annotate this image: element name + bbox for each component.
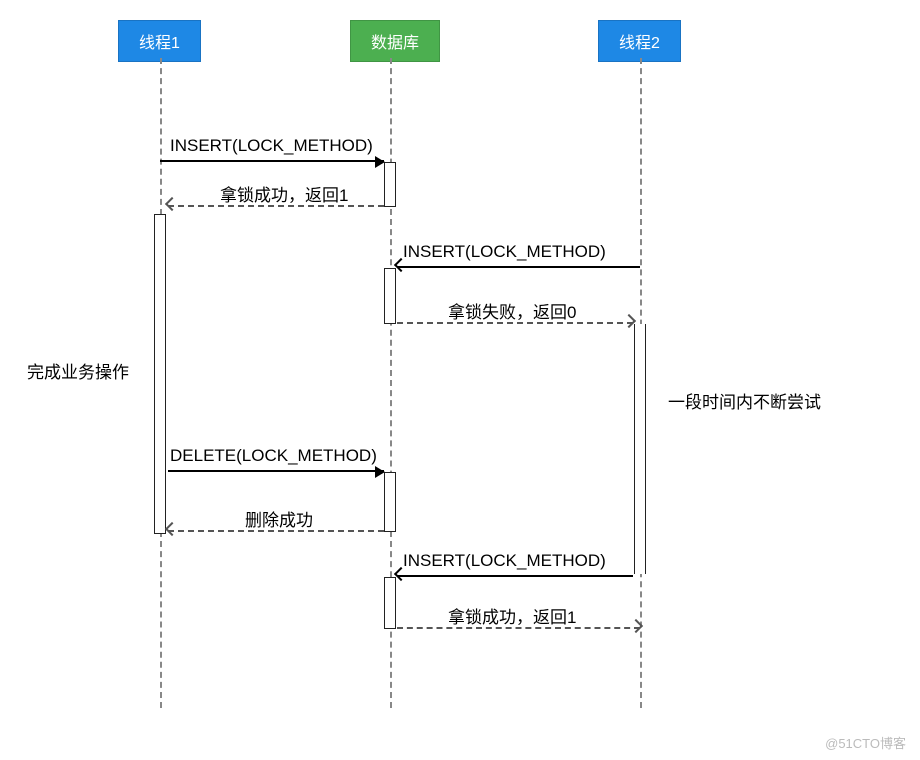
msg-insert-t1 <box>160 160 384 162</box>
msg-return-lock-fail-t2-label: 拿锁失败，返回0 <box>448 298 576 323</box>
arrow-icon <box>165 522 179 536</box>
msg-delete-t1-label: DELETE(LOCK_METHOD) <box>170 446 377 466</box>
note-retry: 一段时间内不断尝试 <box>668 388 821 413</box>
arrow-icon <box>375 156 385 168</box>
activation-thread1-main <box>154 214 166 534</box>
msg-return-delete-ok-label: 删除成功 <box>245 506 313 531</box>
watermark: @51CTO博客 <box>825 733 906 752</box>
msg-insert-t1-label: INSERT(LOCK_METHOD) <box>170 136 373 156</box>
msg-return-lock-ok-t1-label: 拿锁成功，返回1 <box>220 181 348 206</box>
activation-db-2 <box>384 268 396 324</box>
msg-insert-t2-label: INSERT(LOCK_METHOD) <box>403 242 606 262</box>
participant-thread2: 线程2 <box>598 20 681 62</box>
activation-db-1 <box>384 162 396 207</box>
msg-insert-t2 <box>397 266 640 268</box>
note-business: 完成业务操作 <box>27 358 129 383</box>
arrow-icon <box>165 197 179 211</box>
activation-db-3 <box>384 472 396 532</box>
participant-database: 数据库 <box>350 20 440 62</box>
activation-db-4 <box>384 577 396 629</box>
msg-insert-t2-retry <box>397 575 633 577</box>
activation-thread2-retry <box>634 324 646 574</box>
arrow-icon <box>375 466 385 478</box>
msg-return-lock-ok-t2-label: 拿锁成功，返回1 <box>448 603 576 628</box>
msg-delete-t1 <box>168 470 384 472</box>
msg-insert-t2-retry-label: INSERT(LOCK_METHOD) <box>403 551 606 571</box>
participant-thread1: 线程1 <box>118 20 201 62</box>
